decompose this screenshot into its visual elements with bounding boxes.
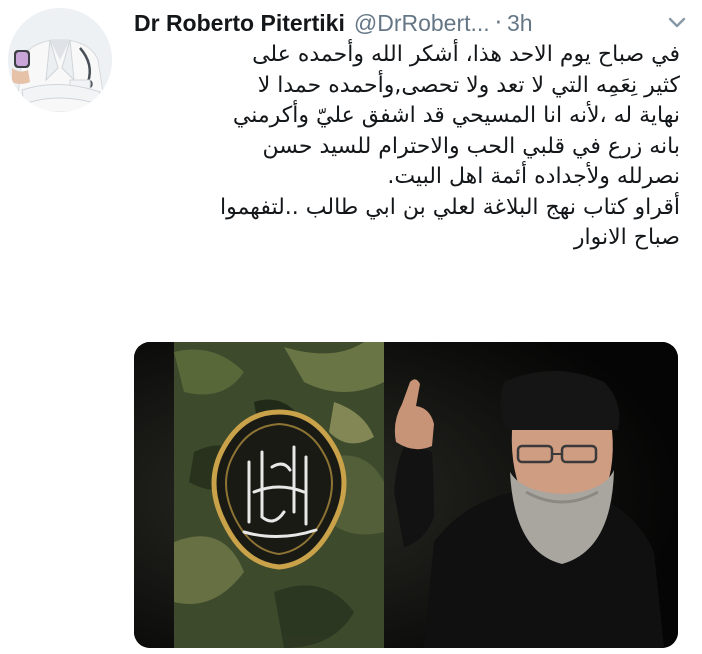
chevron-down-icon[interactable] <box>664 10 690 36</box>
tweet-text-line: نهاية له ،لأنه انا المسيحي قد اشفق عليّ … <box>232 103 680 128</box>
author-avatar[interactable] <box>8 8 112 112</box>
author-name[interactable]: Dr Roberto Pitertiki <box>134 10 345 37</box>
tweet-text-line: كثير نِعَمِه التي لا تعد ولا تحصى,وأحمده… <box>257 72 680 98</box>
tweet-body: في صباح يوم الاحد هذا، أشكر الله وأحمده … <box>134 40 680 254</box>
tweet-timestamp[interactable]: 3h <box>507 10 533 37</box>
tweet-text-line: أقراو كتاب نهج البلاغة لعلي بن ابي طالب … <box>219 194 680 220</box>
tweet-text-line: صباح الانوار <box>573 225 680 250</box>
photo-illustration <box>134 342 678 648</box>
tweet-text-line: في صباح يوم الاحد هذا، أشكر الله وأحمده … <box>252 42 680 67</box>
tweet-text-line: بانه زرع في قلبي الحب والاحترام للسيد حس… <box>262 133 680 159</box>
doctor-avatar-image <box>8 8 112 112</box>
tweet-header: Dr Roberto Pitertiki @DrRobert... · 3h <box>134 6 690 40</box>
tweet-text-line: نصرلله ولأجداده أئمة اهل البيت. <box>387 164 680 189</box>
author-handle[interactable]: @DrRobert... <box>354 10 490 37</box>
tweet-media-image[interactable] <box>134 342 678 648</box>
header-separator: · <box>494 10 503 36</box>
